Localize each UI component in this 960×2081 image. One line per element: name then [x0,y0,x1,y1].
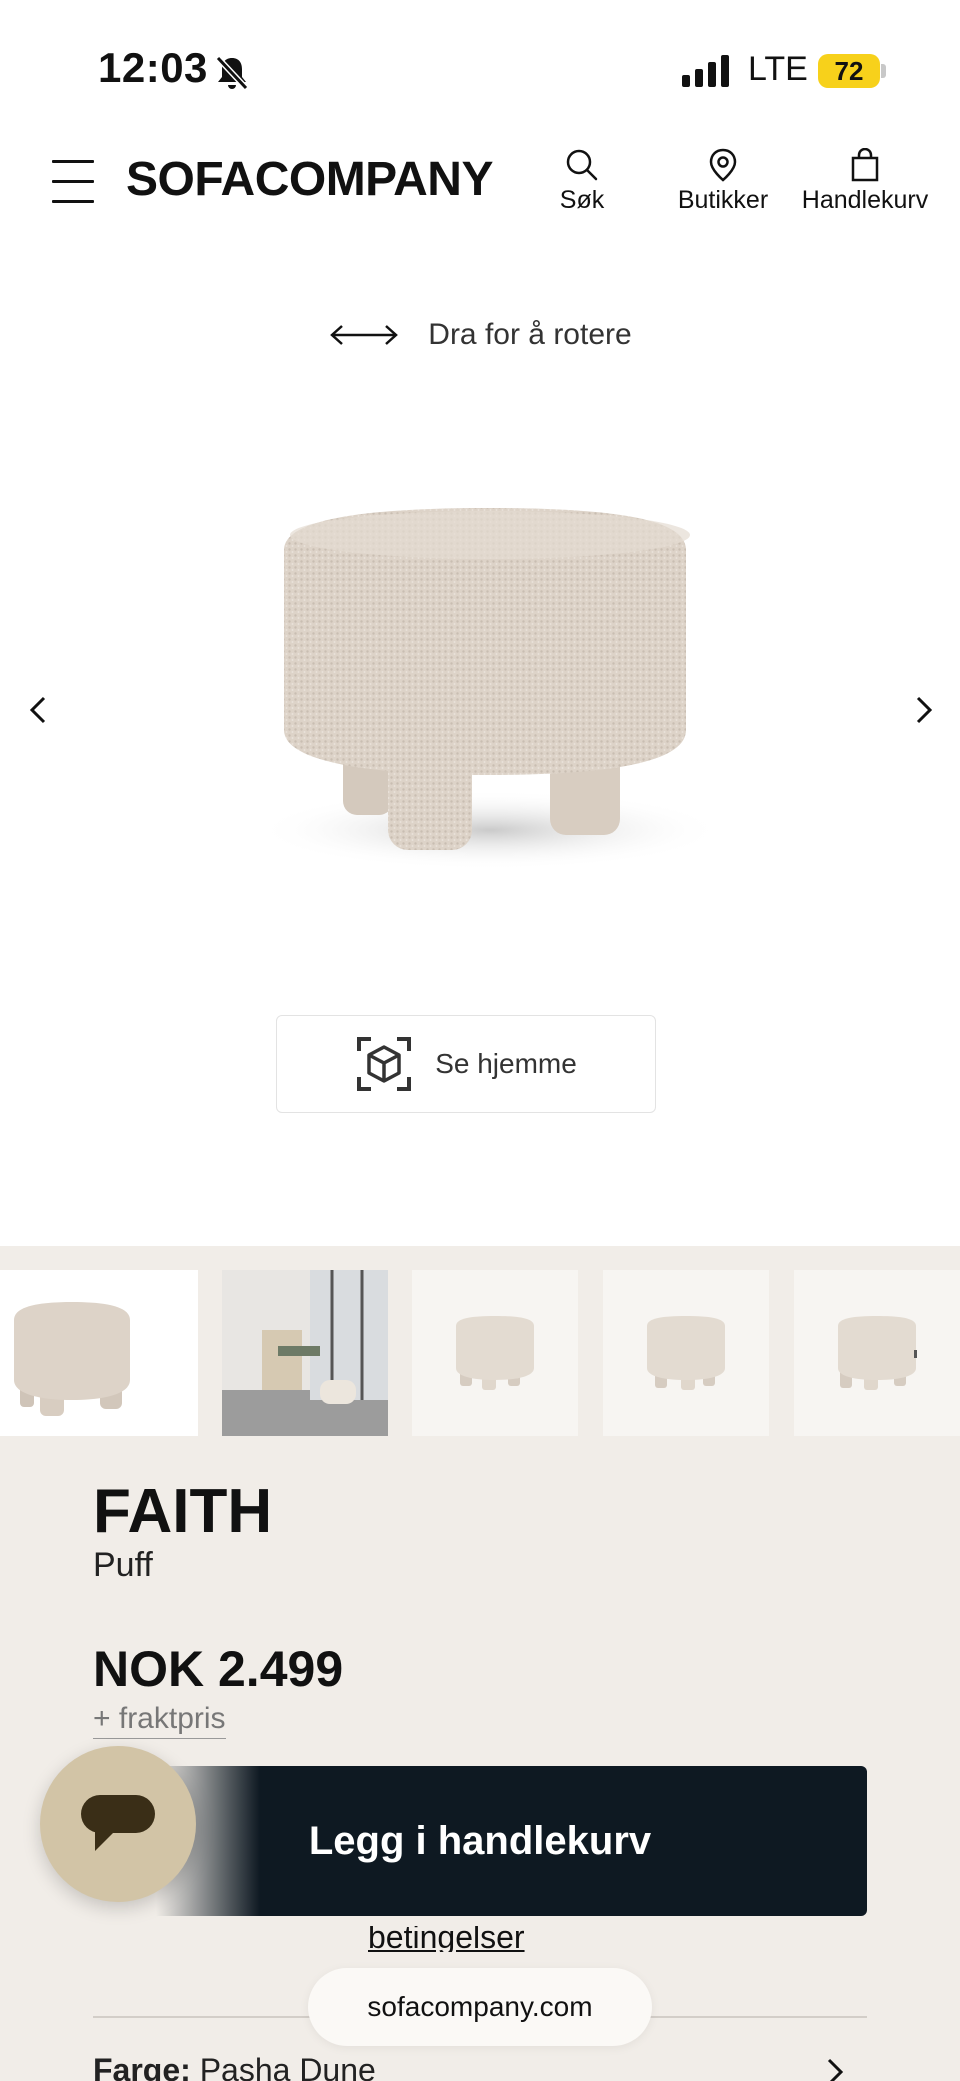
terms-link[interactable]: betingelser [368,1926,525,1952]
rotate-hint: Dra for å rotere [0,318,960,362]
color-label: Farge: [93,2052,191,2081]
color-value: Pasha Dune [199,2052,376,2081]
double-arrow-icon [330,325,399,345]
chat-button[interactable] [40,1746,196,1902]
location-pin-icon [709,148,737,182]
thumbnail-4[interactable] [603,1270,769,1436]
view-in-home-label: Se hjemme [435,1048,577,1079]
product-price: NOK 2.499 [93,1641,344,1697]
thumbnail-2[interactable] [222,1270,388,1436]
nav-cart-label: Handlekurv [801,186,929,214]
product-name: FAITH [93,1477,273,1546]
thumbnail-3[interactable] [412,1270,578,1436]
search-icon [566,149,598,181]
site-logo[interactable]: SOFACOMPANY [126,152,493,207]
ar-cube-icon [357,1037,412,1091]
rotate-hint-text: Dra for å rotere [428,318,632,351]
battery-tip [881,64,886,78]
view-in-home-button[interactable]: Se hjemme [276,1015,656,1113]
hamburger-menu-icon[interactable] [52,160,94,204]
thumbnail-gallery [0,1270,960,1436]
signal-strength-icon [682,55,729,87]
site-header: SOFACOMPANY Søk Butikker Handlekurv [0,130,960,240]
browser-url-bar[interactable]: sofacompany.com [308,1968,652,2046]
nav-stores-button[interactable]: Butikker [668,148,778,215]
chevron-right-icon [827,2058,844,2081]
chat-bubble-icon [81,1795,155,1851]
product-3d-viewer[interactable] [0,380,960,980]
thumbnail-5[interactable] [794,1270,960,1436]
nav-stores-label: Butikker [677,186,769,214]
network-type: LTE [748,50,808,88]
thumbnail-1[interactable] [0,1270,198,1436]
color-selector-row[interactable]: Farge: Pasha Dune [93,2052,867,2081]
next-arrow-icon[interactable] [904,690,944,730]
status-bar: 12:03 LTE 72 [0,0,960,130]
nav-search-button[interactable]: Søk [552,148,612,215]
product-type: Puff [93,1546,153,1584]
nav-cart-button[interactable]: Handlekurv [796,148,934,215]
battery-indicator: 72 [818,54,880,88]
product-panel: FAITH Puff NOK 2.499 + fraktpris Legg i … [0,1246,960,2081]
status-time: 12:03 [98,44,208,91]
shipping-price-link[interactable]: + fraktpris [93,1702,226,1739]
product-image-pouf[interactable] [240,500,740,900]
shopping-bag-icon [851,148,879,182]
nav-search-label: Søk [559,186,605,214]
bell-muted-icon [215,55,249,91]
previous-arrow-icon[interactable] [18,690,58,730]
